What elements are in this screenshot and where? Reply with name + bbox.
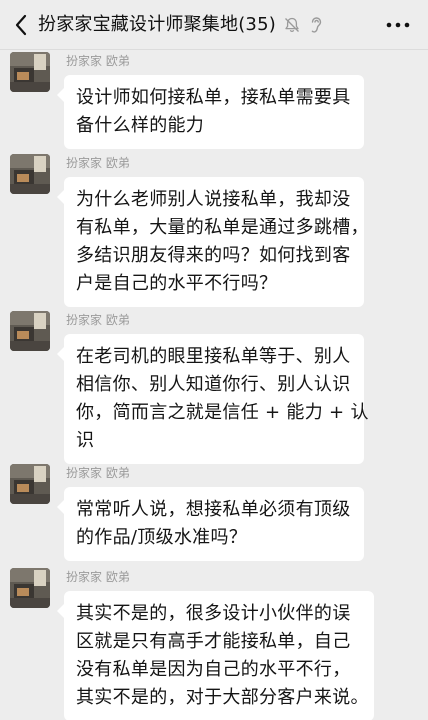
mute-bell-icon <box>285 17 299 33</box>
message-line: 在老司机的眼里接私单等于、别人 <box>76 346 351 367</box>
mute-indicator <box>282 14 302 36</box>
sender-name: 扮家家 欧弟 <box>66 466 130 480</box>
earpiece-indicator <box>307 14 325 36</box>
avatar[interactable] <box>10 154 50 194</box>
message-line: 相信你、别人知道你行、别人认识 <box>76 374 351 395</box>
more-button[interactable] <box>378 14 418 36</box>
message-line: 区就是只有高手才能接私单，自己 <box>76 631 351 652</box>
more-dots-icon <box>386 22 410 28</box>
back-arrow-icon <box>15 14 27 36</box>
message-line: 有私单，大量的私单是通过多跳槽， <box>76 217 369 238</box>
message-bubble[interactable]: 其实不是的，很多设计小伙伴的误 区就是只有高手才能接私单，自己 没有私单是因为自… <box>57 591 374 720</box>
avatar[interactable] <box>10 464 50 504</box>
sender-name: 扮家家 欧弟 <box>66 54 130 68</box>
message-bubble[interactable]: 常常听人说，想接私单必须有顶级 的作品/顶级水准吗？ <box>57 487 364 561</box>
message-line: 备什么样的能力 <box>76 115 205 136</box>
message-bubble[interactable]: 在老司机的眼里接私单等于、别人 相信你、别人知道你行、别人认识 你，简而言之就是… <box>57 334 369 464</box>
sender-name: 扮家家 欧弟 <box>66 313 130 327</box>
avatar-image <box>10 464 50 504</box>
message-line: 常常听人说，想接私单必须有顶级 <box>76 499 351 520</box>
message-bubble[interactable]: 为什么老师别人说接私单，我却没 有私单，大量的私单是通过多跳槽， 多结识朋友得来… <box>57 177 369 307</box>
message-line: 设计师如何接私单，接私单需要具 <box>76 87 351 108</box>
sender-name: 扮家家 欧弟 <box>66 156 130 170</box>
avatar-image <box>10 568 50 608</box>
avatar-image <box>10 311 50 351</box>
avatar-image <box>10 52 50 92</box>
avatar-image <box>10 154 50 194</box>
message-bubble[interactable]: 设计师如何接私单，接私单需要具 备什么样的能力 <box>57 75 364 149</box>
message-line: 其实不是的，对于大部分客户来说。 <box>76 687 369 708</box>
chat-title: 扮家家宝藏设计师聚集地(35) <box>38 14 276 35</box>
message-line: 多结识朋友得来的吗？如何找到客 <box>76 245 351 266</box>
message-line: 你，简而言之就是信任 + 能力 + 认 <box>76 402 369 423</box>
message-line: 识 <box>76 430 95 451</box>
chat-header: 扮家家宝藏设计师聚集地(35) <box>0 0 428 50</box>
message-line: 为什么老师别人说接私单，我却没 <box>76 189 351 210</box>
back-button[interactable] <box>8 11 34 39</box>
sender-name: 扮家家 欧弟 <box>66 570 130 584</box>
message-line: 户是自己的水平不行吗？ <box>76 273 278 294</box>
earpiece-icon <box>311 17 322 33</box>
avatar[interactable] <box>10 52 50 92</box>
avatar[interactable] <box>10 311 50 351</box>
message-line: 没有私单是因为自己的水平不行， <box>76 659 351 680</box>
message-line: 的作品/顶级水准吗？ <box>76 527 248 548</box>
message-line: 其实不是的，很多设计小伙伴的误 <box>76 603 351 624</box>
avatar[interactable] <box>10 568 50 608</box>
